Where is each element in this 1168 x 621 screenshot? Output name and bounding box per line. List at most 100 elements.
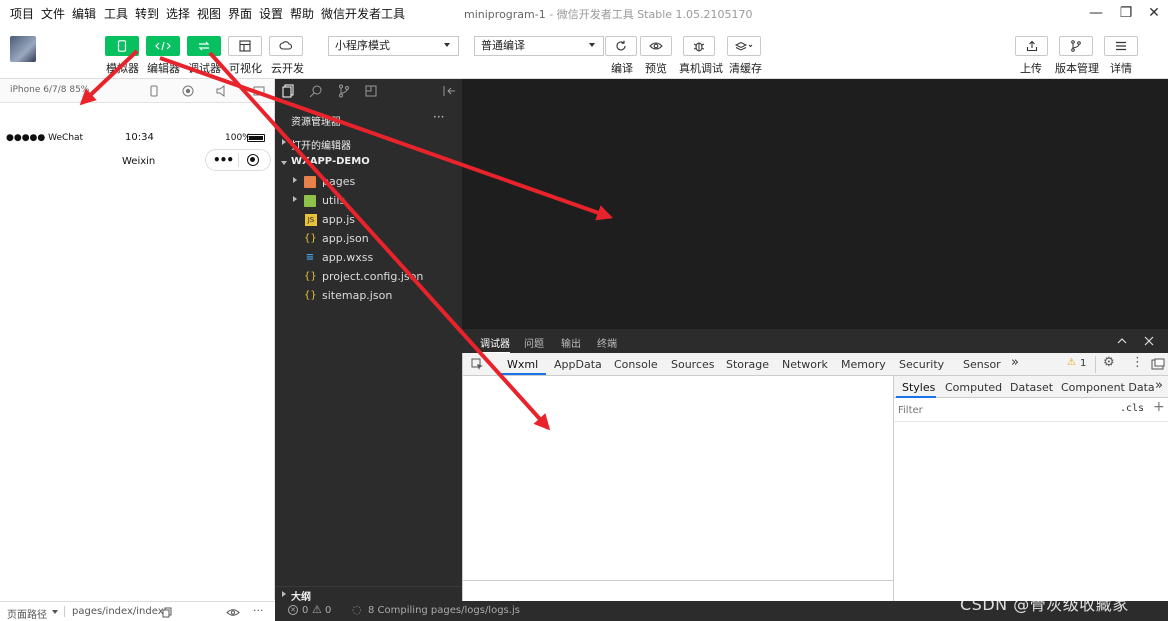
- menu-item-settings[interactable]: 设置: [259, 5, 283, 22]
- real-device-debug-button[interactable]: [683, 36, 715, 56]
- details-button[interactable]: [1104, 36, 1138, 56]
- copy-icon[interactable]: [162, 607, 172, 618]
- menu-item-interface[interactable]: 界面: [228, 5, 252, 22]
- tree-item-utils[interactable]: utils: [275, 192, 462, 211]
- compile-mode-select[interactable]: 普通编译: [474, 36, 604, 56]
- warning-icon[interactable]: ⚠: [1067, 357, 1076, 368]
- tree-item-label: utils: [322, 194, 346, 207]
- menu-item-help[interactable]: 帮助: [290, 5, 314, 22]
- more-tabs-icon[interactable]: »: [1155, 378, 1163, 393]
- time-text: 10:34: [125, 132, 154, 143]
- debugger-button[interactable]: [187, 36, 221, 56]
- error-icon[interactable]: ✕: [288, 605, 298, 615]
- tab-divider: [1095, 356, 1096, 373]
- compile-button[interactable]: [605, 36, 637, 56]
- close-miniprogram-icon[interactable]: [247, 154, 259, 166]
- tab-sensor[interactable]: Sensor: [963, 358, 1001, 371]
- search-icon[interactable]: [309, 84, 323, 98]
- tab-security[interactable]: Security: [899, 358, 944, 371]
- tab-appdata[interactable]: AppData: [554, 358, 602, 371]
- menu-item-wechat-devtools[interactable]: 微信开发者工具: [321, 5, 405, 22]
- gear-icon[interactable]: ⚙: [1103, 355, 1115, 370]
- tab-memory[interactable]: Memory: [841, 358, 886, 371]
- menu-item-select[interactable]: 选择: [166, 5, 190, 22]
- tree-item-app-json[interactable]: {} app.json: [275, 230, 462, 249]
- tab-debugger[interactable]: 调试器: [480, 335, 510, 353]
- tab-sources[interactable]: Sources: [671, 358, 715, 371]
- project-section[interactable]: WXAPP-DEMO: [275, 154, 462, 173]
- page-path-label[interactable]: 页面路径: [7, 606, 47, 621]
- mode-select[interactable]: 小程序模式: [328, 36, 459, 56]
- tab-output[interactable]: 输出: [561, 335, 581, 350]
- tab-component-data[interactable]: Component Data: [1061, 381, 1155, 394]
- visual-button[interactable]: [228, 36, 262, 56]
- phone-status-bar: ●●●●● WeChat 10:34 100%: [0, 131, 274, 147]
- menu-item-edit[interactable]: 编辑: [72, 5, 96, 22]
- nav-title: Weixin: [122, 156, 156, 167]
- outline-section[interactable]: 大纲: [275, 586, 462, 603]
- chevron-up-icon[interactable]: [1116, 336, 1128, 346]
- popout-icon[interactable]: [252, 84, 266, 98]
- tab-dataset[interactable]: Dataset: [1010, 381, 1053, 394]
- tree-item-pages[interactable]: pages: [275, 173, 462, 192]
- collapse-panel-icon[interactable]: [442, 85, 456, 97]
- tab-network[interactable]: Network: [782, 358, 828, 371]
- more-tabs-icon[interactable]: »: [1011, 355, 1019, 370]
- device-select[interactable]: iPhone 6/7/8 85%: [10, 85, 89, 95]
- extensions-icon[interactable]: [364, 84, 378, 98]
- explorer-more-icon[interactable]: ···: [433, 110, 444, 124]
- warning-icon[interactable]: ⚠: [312, 603, 322, 616]
- toolbar: 模拟器 编辑器 调试器 可视化 云开发 小程序模式 普通编译 编译 预览 真机调…: [0, 26, 1168, 79]
- eye-icon[interactable]: [226, 608, 240, 617]
- kebab-menu-icon[interactable]: ⋮: [1131, 355, 1144, 370]
- close-panel-icon[interactable]: [1144, 336, 1154, 346]
- tree-item-sitemap[interactable]: {} sitemap.json: [275, 287, 462, 306]
- tab-problems[interactable]: 问题: [524, 335, 544, 350]
- json-file-icon: {}: [304, 233, 317, 244]
- editor-button[interactable]: [146, 36, 180, 56]
- tree-item-app-js[interactable]: JS app.js: [275, 211, 462, 230]
- menu-item-view[interactable]: 视图: [197, 5, 221, 22]
- rotate-phone-icon[interactable]: [147, 84, 161, 98]
- menu-item-goto[interactable]: 转到: [135, 5, 159, 22]
- json-file-icon: {}: [304, 290, 317, 301]
- inspect-element-icon[interactable]: [471, 358, 484, 371]
- preview-button[interactable]: [640, 36, 672, 56]
- more-dots-icon[interactable]: •••: [213, 153, 234, 167]
- files-icon[interactable]: [281, 84, 295, 98]
- tree-item-app-wxss[interactable]: ≡ app.wxss: [275, 249, 462, 268]
- tab-storage[interactable]: Storage: [726, 358, 769, 371]
- volume-icon[interactable]: [215, 84, 229, 98]
- menu-item-tools[interactable]: 工具: [104, 5, 128, 22]
- styles-filter-input[interactable]: [898, 402, 1110, 419]
- editor-area[interactable]: [462, 79, 1168, 329]
- tab-terminal[interactable]: 终端: [597, 335, 617, 350]
- capsule-menu[interactable]: •••: [205, 149, 271, 171]
- menu-item-file[interactable]: 文件: [41, 5, 65, 22]
- source-control-icon[interactable]: [337, 84, 351, 98]
- cloud-dev-button[interactable]: [269, 36, 303, 56]
- dock-icon[interactable]: [1151, 358, 1165, 370]
- maximize-icon[interactable]: ❐: [1115, 3, 1137, 23]
- add-style-icon[interactable]: +: [1153, 399, 1165, 415]
- open-editors-section[interactable]: 打开的编辑器: [275, 135, 462, 154]
- tab-styles[interactable]: Styles: [902, 381, 935, 394]
- chevron-down-icon: [589, 43, 595, 47]
- more-options-icon[interactable]: ···: [253, 604, 264, 617]
- close-window-icon[interactable]: ✕: [1143, 3, 1165, 23]
- editor-label: 编辑器: [147, 62, 180, 75]
- menu-item-project[interactable]: 项目: [10, 5, 34, 22]
- tab-wxml[interactable]: Wxml: [507, 358, 538, 371]
- avatar[interactable]: [10, 36, 36, 62]
- simulator-button[interactable]: [105, 36, 139, 56]
- clear-cache-button[interactable]: [727, 36, 761, 56]
- tab-console[interactable]: Console: [614, 358, 658, 371]
- tree-item-project-config[interactable]: {} project.config.json: [275, 268, 462, 287]
- version-management-button[interactable]: [1059, 36, 1093, 56]
- chevron-down-icon[interactable]: [52, 610, 58, 614]
- minimize-icon[interactable]: —: [1085, 3, 1107, 23]
- record-icon[interactable]: [181, 84, 195, 98]
- upload-button[interactable]: [1015, 36, 1048, 56]
- cls-toggle[interactable]: .cls: [1120, 403, 1144, 414]
- tab-computed[interactable]: Computed: [945, 381, 1002, 394]
